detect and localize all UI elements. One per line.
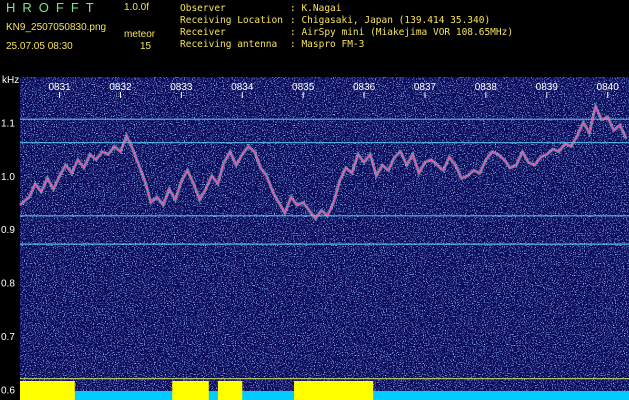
y-axis-label: kHz bbox=[2, 75, 19, 86]
x-tick-0839: 0839 bbox=[536, 82, 559, 93]
meteor-bar-4 bbox=[294, 381, 374, 400]
x-tick-0840: 0840 bbox=[597, 82, 620, 93]
x-tick-0834: 0834 bbox=[231, 82, 254, 93]
x-tick-0832: 0832 bbox=[109, 82, 132, 93]
y-tick-1.0: 1.0 bbox=[1, 172, 15, 183]
x-tick-0837: 0837 bbox=[414, 82, 437, 93]
hrofft-window: HROFFT 1.0.0f KN9_2507050830.png 25.07.0… bbox=[0, 0, 629, 400]
spectrogram-noise bbox=[20, 77, 629, 400]
x-tick-0838: 0838 bbox=[475, 82, 498, 93]
y-tick-0.6: 0.6 bbox=[1, 385, 15, 396]
y-tick-1.1: 1.1 bbox=[1, 118, 15, 129]
meteor-bar-1 bbox=[20, 381, 75, 400]
x-tick-0831: 0831 bbox=[48, 82, 71, 93]
x-tick-0833: 0833 bbox=[170, 82, 193, 93]
y-tick-0.7: 0.7 bbox=[1, 332, 15, 343]
y-tick-0.9: 0.9 bbox=[1, 225, 15, 236]
x-tick-0835: 0835 bbox=[292, 82, 315, 93]
meteor-bar-2 bbox=[172, 381, 209, 400]
spectrogram-chart: 0831 0832 0833 0834 0835 0836 0837 0838 0839 0840… bbox=[1, 75, 629, 400]
y-tick-0.8: 0.8 bbox=[1, 279, 15, 290]
x-tick-0836: 0836 bbox=[353, 82, 376, 93]
meteor-bar-3 bbox=[217, 381, 243, 400]
